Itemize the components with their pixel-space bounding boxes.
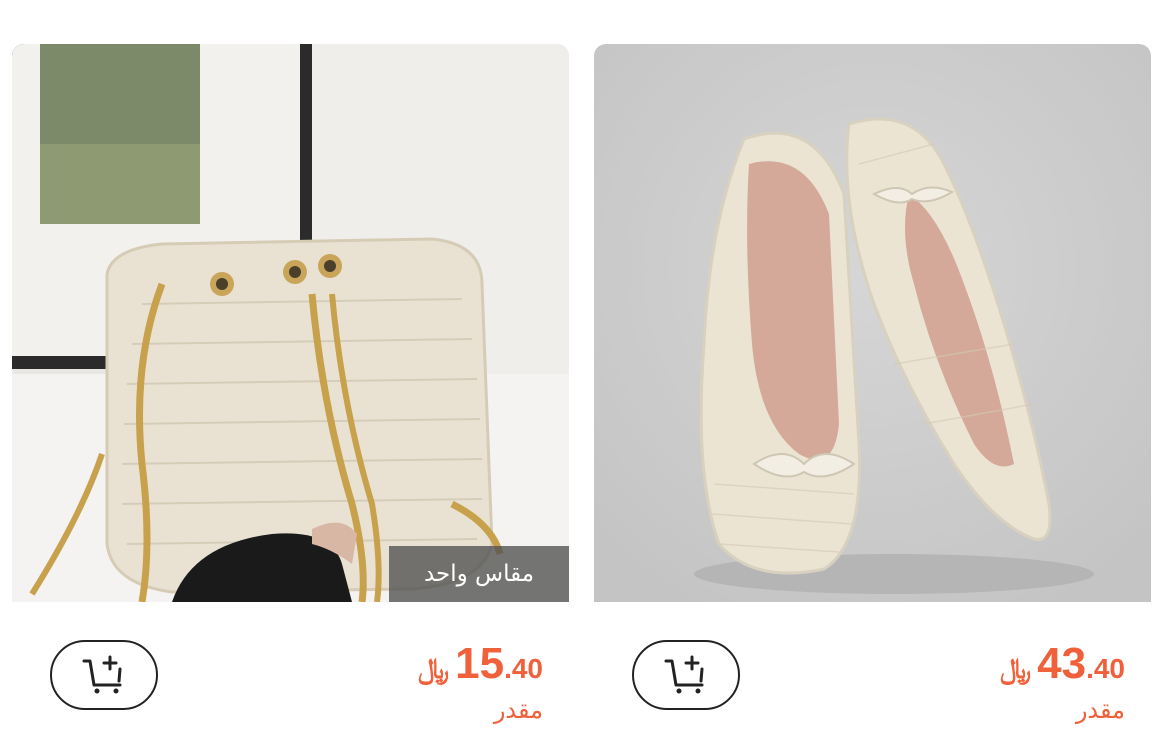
price-integer: 15 bbox=[455, 639, 505, 688]
currency-symbol: ﷼ bbox=[1000, 653, 1032, 684]
add-to-cart-button[interactable] bbox=[632, 640, 740, 710]
price-estimate-label: مقدر bbox=[493, 696, 543, 724]
price-decimal: .40 bbox=[504, 653, 543, 684]
currency-symbol: ﷼ bbox=[418, 653, 450, 684]
bag-photo bbox=[12, 44, 569, 602]
add-to-cart-icon bbox=[82, 655, 122, 694]
shoes-photo bbox=[594, 44, 1151, 602]
product-card-shoes[interactable]: ﷼ 43 .40 مقدر bbox=[594, 44, 1151, 732]
size-badge: مقاس واحد bbox=[389, 546, 569, 602]
add-to-cart-icon bbox=[664, 655, 704, 694]
product-image-shoes[interactable] bbox=[594, 44, 1151, 602]
product-image-bag[interactable]: مقاس واحد bbox=[12, 44, 569, 602]
product-card-bag[interactable]: مقاس واحد ﷼ 15 .40 مقدر bbox=[12, 44, 569, 732]
price: ﷼ 43 .40 bbox=[1000, 639, 1125, 689]
price: ﷼ 15 .40 bbox=[418, 639, 543, 689]
price-decimal: .40 bbox=[1086, 653, 1125, 684]
price-estimate-label: مقدر bbox=[1075, 696, 1125, 724]
add-to-cart-button[interactable] bbox=[50, 640, 158, 710]
price-integer: 43 bbox=[1037, 639, 1087, 688]
